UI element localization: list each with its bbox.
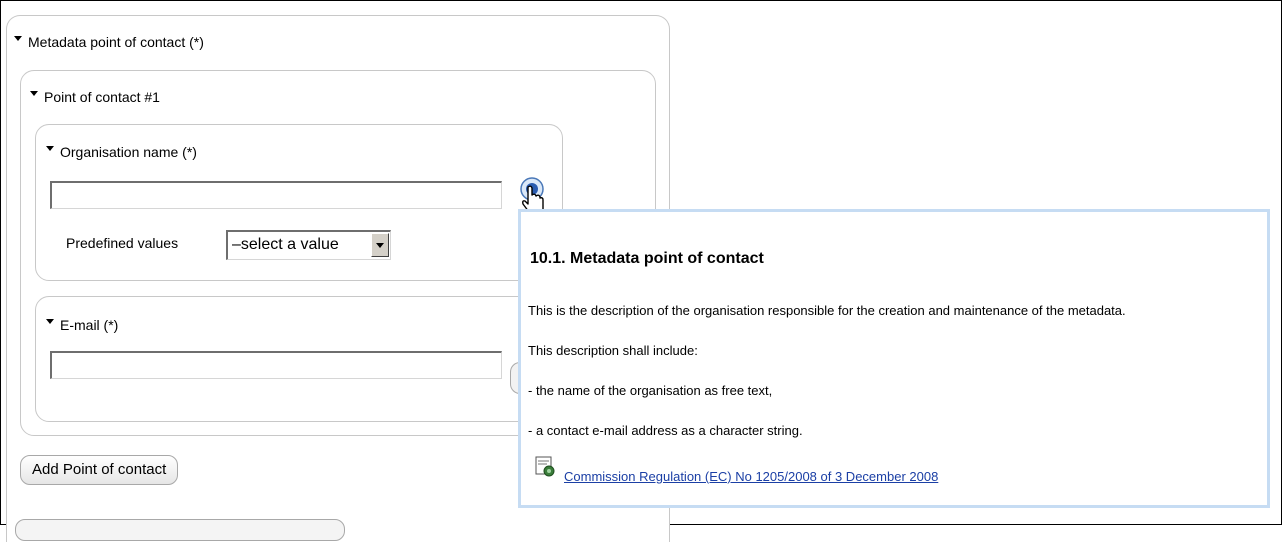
tooltip-paragraph: This is the description of the organisat… — [528, 303, 1126, 318]
tooltip-paragraph: This description shall include: — [528, 343, 698, 358]
tooltip-title: 10.1. Metadata point of contact — [530, 250, 764, 267]
add-point-of-contact-button[interactable]: Add Point of contact — [20, 455, 179, 485]
email-label: E-mail (*) — [60, 317, 119, 333]
email-header[interactable]: E-mail (*) — [46, 317, 118, 333]
organisation-name-header[interactable]: Organisation name (*) — [46, 144, 197, 160]
tooltip-paragraph: - a contact e-mail address as a characte… — [528, 423, 803, 438]
organisation-name-input[interactable] — [50, 181, 502, 209]
point-of-contact-title: Point of contact #1 — [44, 89, 160, 105]
triangle-down-icon — [46, 319, 54, 324]
regulation-link[interactable]: Commission Regulation (EC) No 1205/2008 … — [564, 469, 938, 484]
triangle-down-icon — [14, 36, 22, 41]
tooltip-paragraph: - the name of the organisation as free t… — [528, 383, 773, 398]
point-of-contact-header[interactable]: Point of contact #1 — [30, 89, 160, 105]
next-button-partial[interactable] — [15, 519, 345, 541]
document-link-icon — [535, 456, 555, 477]
chevron-down-icon[interactable] — [371, 233, 389, 257]
triangle-down-icon — [30, 91, 38, 96]
predefined-values-label: Predefined values — [66, 235, 179, 251]
triangle-down-icon — [46, 146, 54, 151]
organisation-name-label: Organisation name (*) — [60, 144, 197, 160]
help-tooltip: 10.1. Metadata point of contact This is … — [518, 209, 1270, 508]
predefined-values-select[interactable]: –select a value — [226, 230, 391, 260]
metadata-contact-title: Metadata point of contact (*) — [28, 34, 204, 50]
email-input[interactable] — [50, 351, 502, 379]
metadata-contact-header[interactable]: Metadata point of contact (*) — [14, 34, 204, 50]
predefined-values-select-value: –select a value — [232, 236, 339, 253]
